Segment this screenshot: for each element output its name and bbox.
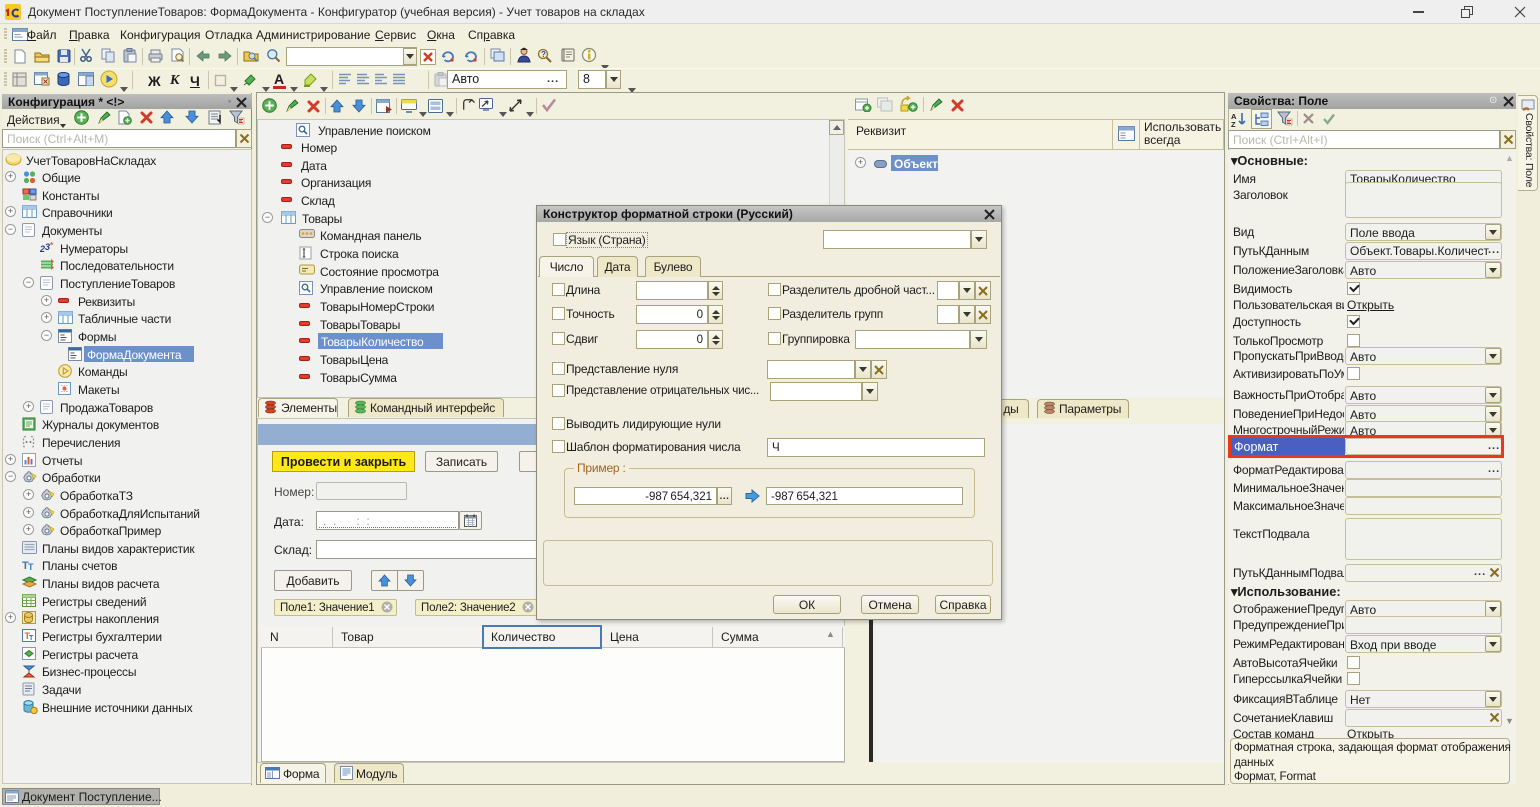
svg-text:?: ? <box>541 50 546 59</box>
svg-text:*: * <box>50 241 54 250</box>
svg-text:T: T <box>28 562 34 571</box>
svg-text:Z: Z <box>1231 120 1236 128</box>
svg-text:T: T <box>29 635 34 642</box>
